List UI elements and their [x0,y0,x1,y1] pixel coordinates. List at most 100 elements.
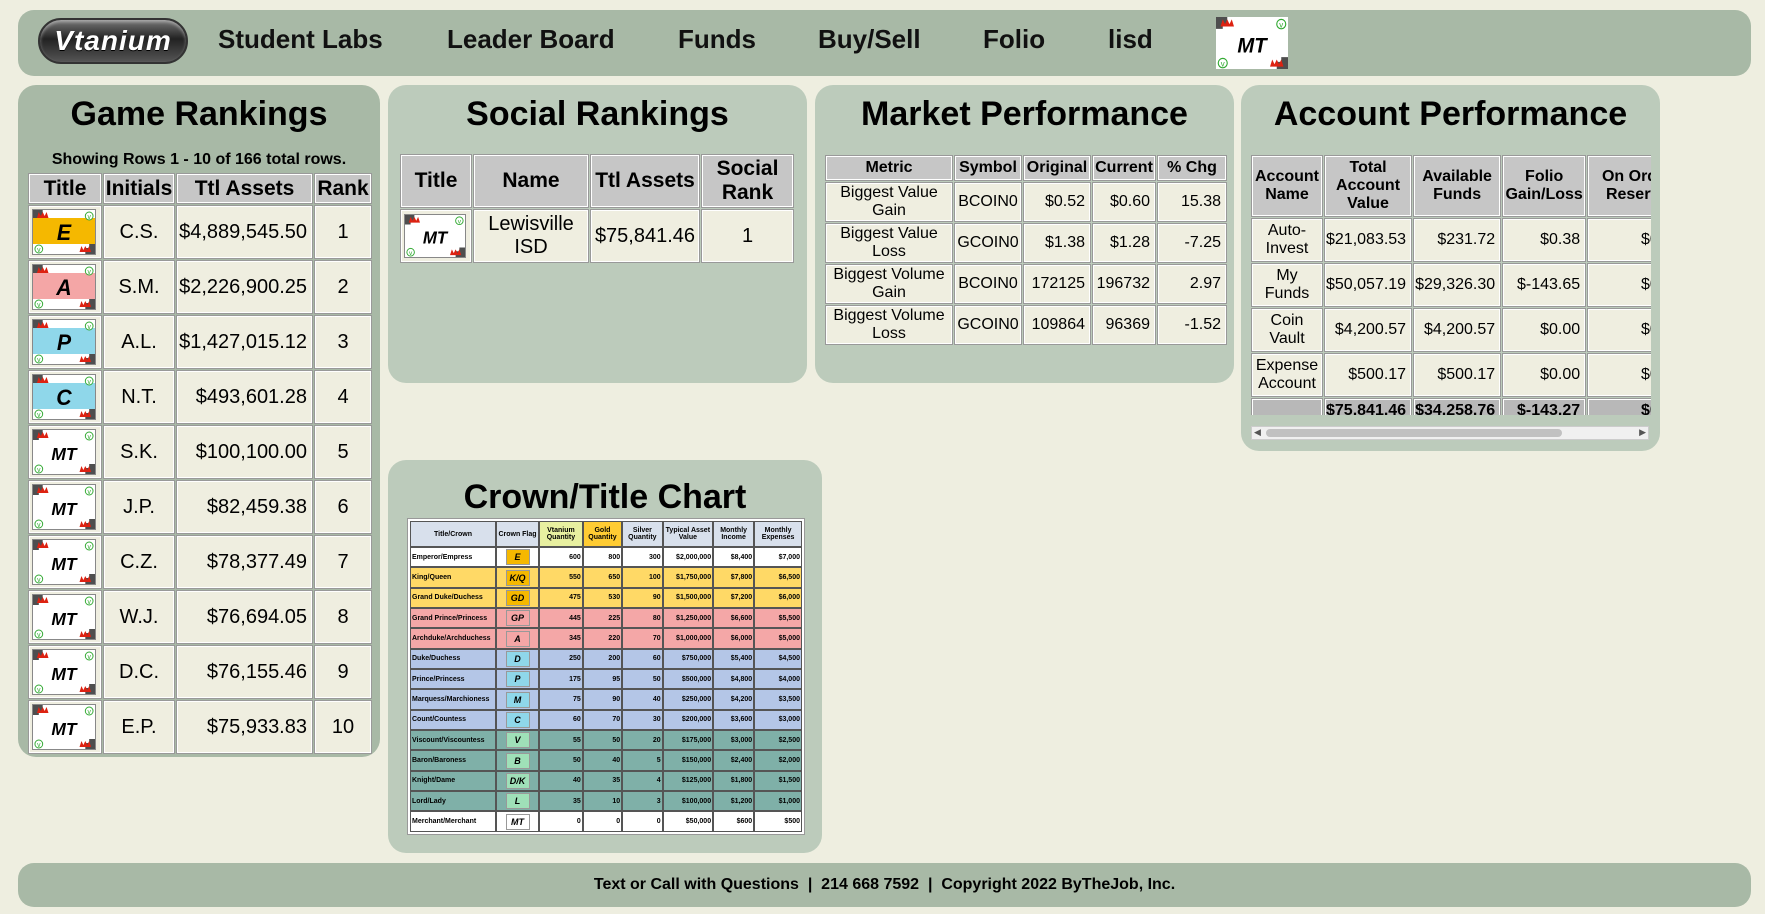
svg-text:v: v [87,709,91,716]
user-crown-flag-icon[interactable]: v v MT [1216,17,1288,69]
col-header-ttl-assets[interactable]: Ttl Assets [590,154,700,208]
col-header-typical-asset-value: Typical Asset Value [662,521,714,547]
col-header-current[interactable]: Current [1092,155,1156,181]
col-header-account-name[interactable]: Account Name [1251,155,1323,217]
crown-flag-cell: V [496,730,539,751]
asset-value-cell: $750,000 [662,648,714,670]
svg-text:v: v [87,379,91,386]
crown-flag-cell: M [496,689,539,710]
col-header-title[interactable]: Title [28,173,102,204]
monthly-income-cell: $7,200 [713,587,755,609]
title-flag-cell: v v P [28,315,102,369]
col-header-title[interactable]: Title [400,154,472,208]
nav-buy-sell[interactable]: Buy/Sell [818,24,921,55]
monthly-income-cell: $1,200 [713,791,755,812]
col-header-silver-quantity: Silver Quantity [622,521,663,547]
table-row[interactable]: Biggest Value Gain BCOIN0 $0.52 $0.60 15.38 [825,182,1227,222]
crown-flag-icon: P [505,671,530,688]
table-header-row: Title/Crown Crown Flag Vtanium Quantity … [410,521,802,547]
crown-flag-icon: v v A [32,264,96,310]
table-row[interactable]: v v MT E.P. $75,933.83 10 [28,700,372,754]
crown-flag-icon: v v MT [32,429,96,475]
svg-text:MT: MT [51,554,78,574]
vtanium-qty-cell: 175 [539,669,583,690]
crown-flag-cell: C [496,709,539,731]
ttl-assets-cell: $82,459.38 [176,480,313,534]
nav-leader-board[interactable]: Leader Board [447,24,615,55]
table-row[interactable]: Expense Account$500.17$500.17$0.00$0.00 [1251,353,1651,397]
vtanium-qty-cell: 35 [539,791,583,812]
col-header-name[interactable]: Name [473,154,589,208]
table-row[interactable]: v v A S.M. $2,226,900.25 2 [28,260,372,314]
crown-flag-icon: D [505,650,530,667]
title-flag-cell: v v MT [28,535,102,589]
col-header-original[interactable]: Original [1023,155,1091,181]
symbol-cell: BCOIN0 [954,182,1022,222]
available-funds-cell: $4,200.57 [1413,308,1502,352]
nav-student-labs[interactable]: Student Labs [218,24,383,55]
col-header-on-order-reserve[interactable]: On Order Reserve [1587,155,1651,217]
col-header-rank[interactable]: Rank [314,173,372,204]
asset-value-cell: $250,000 [662,689,714,710]
table-row[interactable]: v v C N.T. $493,601.28 4 [28,370,372,424]
table-row[interactable]: v v MT W.J. $76,694.05 8 [28,590,372,644]
col-header-available-funds[interactable]: Available Funds [1413,155,1502,217]
ttl-assets-cell: $100,100.00 [176,425,313,479]
scroll-right-arrow-icon[interactable]: ▶ [1639,427,1646,438]
metric-cell: Biggest Volume Loss [825,305,953,345]
table-row[interactable]: v v MT D.C. $76,155.46 9 [28,645,372,699]
account-table-scroll-area[interactable]: Account Name Total Account Value Availab… [1249,153,1651,415]
col-header-pct-chg[interactable]: % Chg [1157,155,1227,181]
crown-flag-icon: K/Q [505,569,530,586]
crown-flag-icon: C [505,711,530,728]
nav-funds[interactable]: Funds [678,24,756,55]
table-row[interactable]: Biggest Volume Loss GCOIN0 109864 96369 -1.5… [825,305,1227,345]
table-row[interactable]: Biggest Volume Gain BCOIN0 172125 196732 2.9… [825,264,1227,304]
rank-cell: 10 [314,700,372,754]
metric-cell: Biggest Value Loss [825,223,953,263]
nav-lisd[interactable]: lisd [1108,24,1153,55]
table-row[interactable]: Coin Vault$4,200.57$4,200.57$0.00$0.00 [1251,308,1651,352]
title-crown-cell: Baron/Baroness [410,750,496,771]
svg-text:C: C [56,385,72,410]
total-reserve-cell: $0.00 [1587,398,1651,415]
table-row[interactable]: My Funds$50,057.19$29,326.30$-143.65$0.0… [1251,263,1651,307]
account-name-cell: Coin Vault [1251,308,1323,352]
col-header-social-rank[interactable]: Social Rank [701,154,794,208]
table-row[interactable]: v v MT J.P. $82,459.38 6 [28,480,372,534]
horizontal-scrollbar[interactable]: ◀ ▶ [1251,426,1649,440]
col-header-symbol[interactable]: Symbol [954,155,1022,181]
total-value-cell: $50,057.19 [1323,263,1413,307]
crown-flag-icon: v v C [32,374,96,420]
table-row[interactable]: Auto-Invest$21,083.53$231.72$0.38$0.00 [1251,218,1651,262]
table-row[interactable]: v v E C.S. $4,889,545.50 1 [28,205,372,259]
crown-flag-cell: P [496,669,539,690]
title-crown-cell: Prince/Princess [410,669,496,690]
assets-cell: $75,841.46 [590,209,700,263]
col-header-ttl-assets[interactable]: Ttl Assets [176,173,313,204]
table-row[interactable]: vv MT Lewisville ISD $75,841.46 1 [400,209,794,263]
vtanium-qty-cell: 50 [539,750,583,771]
title-crown-cell: Viscount/Viscountess [410,730,496,751]
table-row[interactable]: Biggest Value Loss GCOIN0 $1.38 $1.28 -7.25 [825,223,1227,263]
col-header-metric[interactable]: Metric [825,155,953,181]
table-row[interactable]: v v P A.L. $1,427,015.12 3 [28,315,372,369]
svg-text:v: v [37,522,41,529]
table-row[interactable]: v v MT S.K. $100,100.00 5 [28,425,372,479]
monthly-income-cell: $3,000 [713,730,755,751]
scroll-left-arrow-icon[interactable]: ◀ [1254,427,1261,438]
crown-flag-icon: v v E [32,209,96,255]
gold-qty-cell: 220 [582,628,623,649]
title-flag-cell: v v MT [28,700,102,754]
vtanium-logo[interactable]: Vtanium [38,18,188,64]
col-header-total-account-value[interactable]: Total Account Value [1323,155,1413,217]
scrollbar-thumb[interactable] [1266,429,1562,437]
symbol-cell: BCOIN0 [954,264,1022,304]
table-row[interactable]: v v MT C.Z. $78,377.49 7 [28,535,372,589]
monthly-income-cell: $8,400 [713,547,755,568]
col-header-initials[interactable]: Initials [103,173,175,204]
col-header-folio-gain-loss[interactable]: Folio Gain/Loss [1502,155,1587,217]
initials-cell: S.K. [103,425,175,479]
nav-folio[interactable]: Folio [983,24,1045,55]
asset-value-cell: $125,000 [662,770,714,792]
